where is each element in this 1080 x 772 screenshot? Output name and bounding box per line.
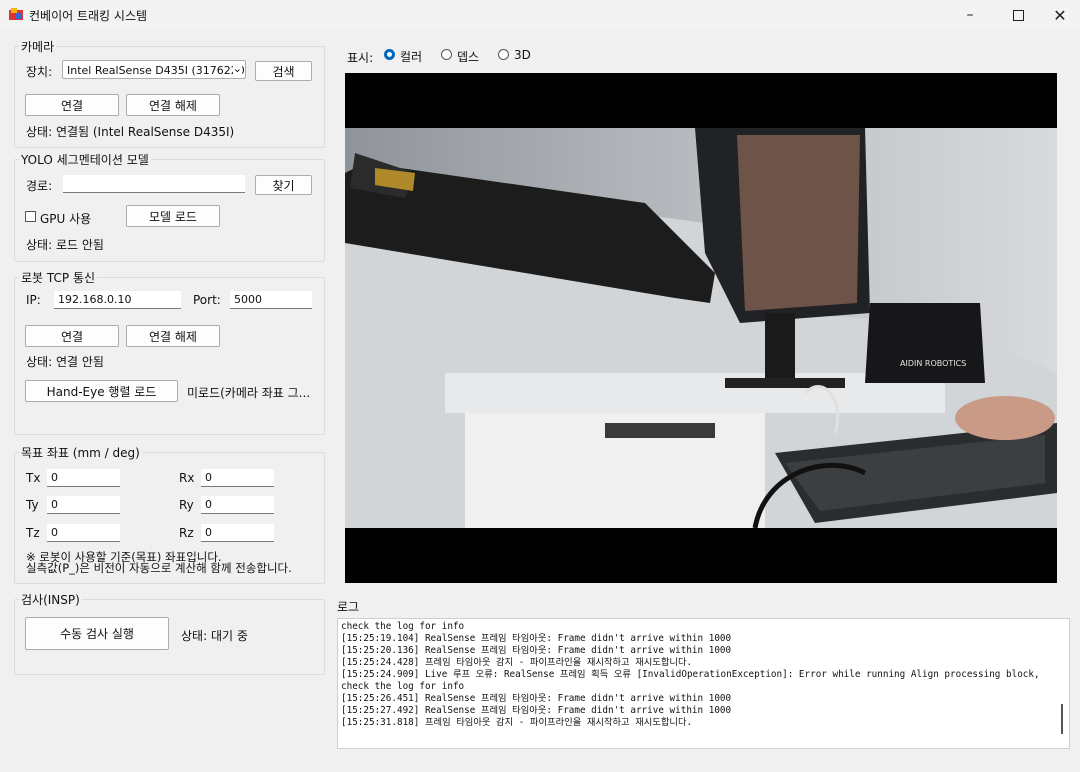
display-radio-3d[interactable] xyxy=(498,49,509,60)
ip-input[interactable]: 192.168.0.10 xyxy=(54,291,181,309)
camera-connect-button[interactable]: 연결 xyxy=(25,94,119,116)
gpu-label: GPU 사용 xyxy=(40,212,92,226)
model-path-input[interactable] xyxy=(63,175,245,193)
ry-label: Ry xyxy=(179,498,194,512)
load-model-button[interactable]: 모델 로드 xyxy=(126,205,220,227)
close-button[interactable]: ✕ xyxy=(1040,0,1080,30)
minimize-icon: – xyxy=(966,7,974,23)
log-line: [15:25:20.136] RealSense 프레임 타임아웃: Frame… xyxy=(341,645,732,656)
log-textbox[interactable]: check the log for info [15:25:19.104] Re… xyxy=(337,618,1070,749)
ip-label: IP: xyxy=(26,293,41,307)
tz-input[interactable]: 0 xyxy=(47,524,120,542)
target-note-2: 실측값(P_)은 비전이 자동으로 계산해 함께 전송합니다. xyxy=(26,561,292,575)
log-line: [15:25:24.909] Live 루프 오류: RealSense 프레임… xyxy=(341,669,1040,680)
rz-input[interactable]: 0 xyxy=(201,524,274,542)
port-label: Port: xyxy=(193,293,221,307)
rz-label: Rz xyxy=(179,526,194,540)
display-option-depth: 뎁스 xyxy=(457,50,480,64)
robot-connect-button[interactable]: 연결 xyxy=(25,325,119,347)
video-sign-text: AIDIN ROBOTICS xyxy=(900,359,966,368)
display-option-color: 컬러 xyxy=(400,50,423,64)
log-line: [15:25:19.104] RealSense 프레임 타임아웃: Frame… xyxy=(341,633,732,644)
handeye-status: 미로드(카메라 좌표 그... xyxy=(187,386,311,400)
port-input[interactable]: 5000 xyxy=(230,291,312,309)
device-combo-value: Intel RealSense D435I (31762207 xyxy=(67,64,246,77)
display-option-3d: 3D xyxy=(514,48,531,62)
manual-inspection-button[interactable]: 수동 검사 실행 xyxy=(25,617,169,650)
robot-status: 상태: 연결 안됨 xyxy=(26,355,104,369)
camera-video-view[interactable]: AIDIN ROBOTICS xyxy=(345,73,1057,583)
camera-status: 상태: 연결됨 (Intel RealSense D435I) xyxy=(26,125,235,139)
log-line: [15:25:27.492] RealSense 프레임 타임아웃: Frame… xyxy=(341,705,732,716)
log-scrollbar-thumb[interactable] xyxy=(1061,704,1063,734)
log-line: [15:25:24.428] 프레임 타임아웃 감지 - 파이프라인을 재시작하… xyxy=(341,657,693,668)
log-line: check the log for info xyxy=(341,621,465,632)
chevron-down-icon: ⌄ xyxy=(232,62,242,75)
robot-disconnect-button[interactable]: 연결 해제 xyxy=(126,325,220,347)
display-label: 표시: xyxy=(347,51,374,65)
ry-input[interactable]: 0 xyxy=(201,496,274,514)
device-combo[interactable]: Intel RealSense D435I (31762207 ⌄ xyxy=(62,60,246,79)
device-label: 장치: xyxy=(26,65,53,79)
ty-input[interactable]: 0 xyxy=(47,496,120,514)
tx-label: Tx xyxy=(26,471,41,485)
maximize-button[interactable] xyxy=(998,0,1038,30)
close-icon: ✕ xyxy=(1053,5,1067,25)
tx-input[interactable]: 0 xyxy=(47,469,120,487)
maximize-icon xyxy=(1012,9,1024,21)
gpu-checkbox[interactable] xyxy=(25,211,36,222)
log-line: check the log for info xyxy=(341,681,465,692)
display-radio-color[interactable] xyxy=(384,49,395,60)
title-bar[interactable]: 컨베이어 트래킹 시스템 – ✕ xyxy=(0,0,1080,30)
ty-label: Ty xyxy=(26,498,39,512)
window-title: 컨베이어 트래킹 시스템 xyxy=(29,9,148,23)
handeye-load-button[interactable]: Hand-Eye 행렬 로드 xyxy=(25,380,178,402)
tz-label: Tz xyxy=(26,526,40,540)
app-icon xyxy=(9,7,23,21)
log-title: 로그 xyxy=(337,600,360,614)
inspection-status: 상태: 대기 중 xyxy=(181,629,248,643)
rx-input[interactable]: 0 xyxy=(201,469,274,487)
log-line: [15:25:31.818] 프레임 타임아웃 감지 - 파이프라인을 재시작하… xyxy=(341,717,693,728)
camera-frame-image: AIDIN ROBOTICS xyxy=(345,73,1057,583)
browse-button[interactable]: 찾기 xyxy=(255,175,312,195)
robot-group-title: 로봇 TCP 통신 xyxy=(19,269,98,286)
minimize-button[interactable]: – xyxy=(950,0,990,30)
search-button[interactable]: 검색 xyxy=(255,61,312,81)
path-label: 경로: xyxy=(26,179,53,193)
camera-group-title: 카메라 xyxy=(19,38,57,55)
camera-disconnect-button[interactable]: 연결 해제 xyxy=(126,94,220,116)
log-line: [15:25:26.451] RealSense 프레임 타임아웃: Frame… xyxy=(341,693,732,704)
yolo-status: 상태: 로드 안됨 xyxy=(26,238,104,252)
target-group-title: 목표 좌표 (mm / deg) xyxy=(19,444,142,461)
rx-label: Rx xyxy=(179,471,195,485)
display-radio-depth[interactable] xyxy=(441,49,452,60)
yolo-group-title: YOLO 세그멘테이션 모델 xyxy=(19,151,151,168)
inspection-group-title: 검사(INSP) xyxy=(19,591,82,608)
